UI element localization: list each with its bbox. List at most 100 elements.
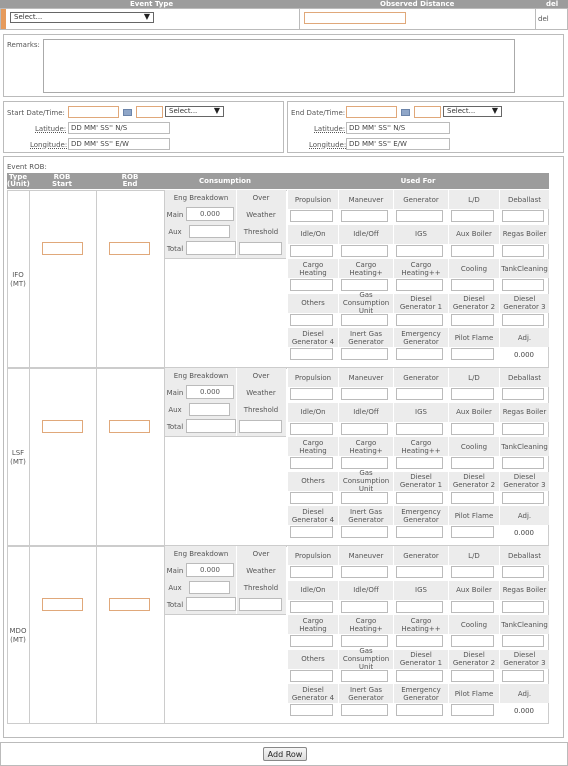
rob-start-input[interactable] (42, 242, 83, 255)
threshold-input[interactable] (239, 598, 282, 611)
used-for-input[interactable] (396, 526, 443, 538)
used-for-input[interactable] (341, 457, 388, 469)
total-input[interactable] (186, 241, 236, 255)
used-for-input[interactable] (502, 388, 544, 400)
used-for-input[interactable] (290, 422, 333, 435)
used-for-input[interactable] (451, 348, 494, 360)
event-type-select[interactable]: Select... ▼ (10, 12, 154, 23)
used-for-input[interactable] (341, 566, 388, 578)
end-latitude-input[interactable]: DD MM' SS'' N/S (346, 122, 450, 134)
used-for-input[interactable] (396, 422, 443, 435)
start-longitude-input[interactable]: DD MM' SS'' E/W (68, 138, 170, 150)
used-for-input[interactable] (341, 635, 388, 647)
used-for-input[interactable] (396, 669, 443, 682)
calendar-icon[interactable] (401, 109, 410, 116)
aux-input[interactable] (189, 581, 230, 594)
start-date-input[interactable] (68, 106, 119, 118)
used-for-input[interactable] (396, 457, 443, 469)
remarks-textarea[interactable] (43, 39, 515, 93)
used-for-input[interactable] (502, 244, 544, 257)
main-value[interactable]: 0.000 (186, 207, 234, 221)
used-for-input[interactable] (341, 348, 388, 360)
used-for-input[interactable] (451, 491, 494, 504)
rob-end-input[interactable] (109, 242, 150, 255)
used-for-input[interactable] (341, 422, 388, 435)
end-time-input[interactable] (414, 106, 441, 118)
used-for-input[interactable] (290, 388, 333, 400)
used-for-input[interactable] (396, 279, 443, 291)
aux-input[interactable] (189, 225, 230, 238)
used-for-input[interactable] (396, 635, 443, 647)
used-for-input[interactable] (341, 526, 388, 538)
end-date-input[interactable] (346, 106, 397, 118)
used-for-input[interactable] (502, 279, 544, 291)
total-input[interactable] (186, 419, 236, 433)
total-input[interactable] (186, 597, 236, 611)
used-for-input[interactable] (396, 491, 443, 504)
used-for-input[interactable] (451, 279, 494, 291)
used-for-input[interactable] (451, 635, 494, 647)
used-for-input[interactable] (341, 600, 388, 613)
rob-end-input[interactable] (109, 420, 150, 433)
used-for-input[interactable] (451, 526, 494, 538)
used-for-input[interactable] (502, 566, 544, 578)
used-for-input[interactable] (502, 669, 544, 682)
used-for-input[interactable] (290, 348, 333, 360)
rob-start-input[interactable] (42, 598, 83, 611)
aux-input[interactable] (189, 403, 230, 416)
start-latitude-input[interactable]: DD MM' SS'' N/S (68, 122, 170, 134)
used-for-input[interactable] (290, 635, 333, 647)
used-for-input[interactable] (341, 388, 388, 400)
used-for-input[interactable] (290, 491, 333, 504)
rob-end-input[interactable] (109, 598, 150, 611)
used-for-input[interactable] (341, 491, 388, 504)
used-for-input[interactable] (341, 669, 388, 682)
end-select[interactable]: Select... ▼ (443, 106, 502, 117)
threshold-input[interactable] (239, 242, 282, 255)
used-for-input[interactable] (290, 313, 333, 326)
used-for-input[interactable] (451, 422, 494, 435)
main-value[interactable]: 0.000 (186, 563, 234, 577)
used-for-input[interactable] (502, 422, 544, 435)
used-for-input[interactable] (502, 600, 544, 613)
used-for-input[interactable] (396, 600, 443, 613)
used-for-input[interactable] (451, 669, 494, 682)
used-for-input[interactable] (341, 704, 388, 716)
delete-link[interactable]: del (538, 15, 549, 23)
used-for-input[interactable] (451, 244, 494, 257)
used-for-input[interactable] (396, 566, 443, 578)
used-for-input[interactable] (290, 704, 333, 716)
used-for-input[interactable] (341, 210, 388, 222)
rob-start-input[interactable] (42, 420, 83, 433)
used-for-input[interactable] (396, 244, 443, 257)
used-for-input[interactable] (451, 600, 494, 613)
used-for-input[interactable] (341, 313, 388, 326)
observed-distance-input[interactable] (304, 12, 406, 24)
used-for-input[interactable] (290, 669, 333, 682)
used-for-input[interactable] (290, 526, 333, 538)
used-for-input[interactable] (451, 457, 494, 469)
used-for-input[interactable] (502, 635, 544, 647)
calendar-icon[interactable] (123, 109, 132, 116)
threshold-input[interactable] (239, 420, 282, 433)
used-for-input[interactable] (396, 388, 443, 400)
used-for-input[interactable] (451, 704, 494, 716)
add-row-button[interactable]: Add Row (263, 747, 307, 761)
used-for-input[interactable] (290, 600, 333, 613)
used-for-input[interactable] (341, 279, 388, 291)
used-for-input[interactable] (502, 457, 544, 469)
used-for-input[interactable] (451, 566, 494, 578)
used-for-input[interactable] (451, 313, 494, 326)
used-for-input[interactable] (341, 244, 388, 257)
used-for-input[interactable] (290, 210, 333, 222)
used-for-input[interactable] (451, 388, 494, 400)
used-for-input[interactable] (396, 704, 443, 716)
used-for-input[interactable] (396, 210, 443, 222)
used-for-input[interactable] (396, 313, 443, 326)
used-for-input[interactable] (290, 244, 333, 257)
used-for-input[interactable] (502, 210, 544, 222)
start-time-input[interactable] (136, 106, 163, 118)
used-for-input[interactable] (451, 210, 494, 222)
used-for-input[interactable] (502, 491, 544, 504)
main-value[interactable]: 0.000 (186, 385, 234, 399)
